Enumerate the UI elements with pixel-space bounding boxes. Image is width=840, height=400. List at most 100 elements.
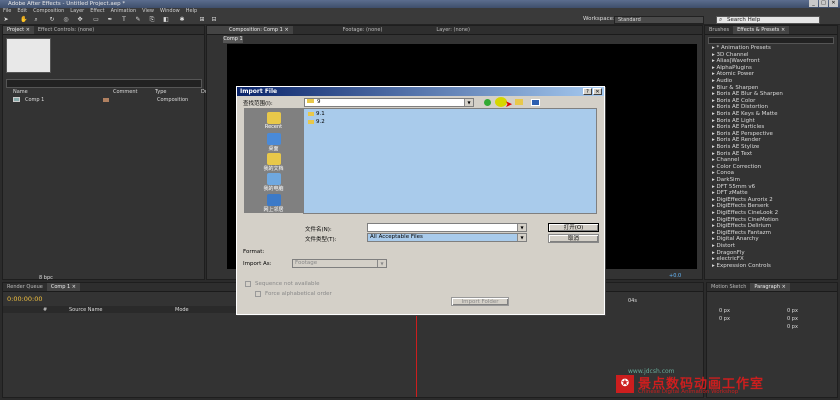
camera-tool-icon[interactable]: ◎ <box>62 16 70 24</box>
effects-list-item[interactable]: ▸ Boris AE Stylize <box>712 144 759 150</box>
tab-effects-presets[interactable]: Effects & Presets × <box>733 26 790 34</box>
view-menu-icon[interactable] <box>531 99 540 106</box>
space-after-value[interactable]: 0 px <box>787 324 798 330</box>
back-icon[interactable] <box>484 99 491 106</box>
tab-project[interactable]: Project × <box>3 26 34 34</box>
place-network[interactable]: 网上邻居 <box>244 194 303 213</box>
effects-list-item[interactable]: ▸ Alias|Wavefront <box>712 58 760 64</box>
menu-edit[interactable]: Edit <box>17 8 27 15</box>
open-button[interactable]: 打开(O) <box>548 223 599 232</box>
effects-list-item[interactable]: ▸ DigiEffects Aurorix 2 <box>712 197 773 203</box>
effects-list-item[interactable]: ▸ AlphaPlugins <box>712 65 752 71</box>
effects-list-item[interactable]: ▸ electricFX <box>712 256 744 262</box>
selection-tool-icon[interactable]: ➤ <box>2 16 10 24</box>
tab-motion-sketch[interactable]: Motion Sketch <box>707 283 750 291</box>
place-computer[interactable]: 我的电脑 <box>244 173 303 192</box>
effects-list-item[interactable]: ▸ DigiEffects CineMotion <box>712 217 779 223</box>
effects-list-item[interactable]: ▸ DragonFly <box>712 250 745 256</box>
effects-list-item[interactable]: ▸ Channel <box>712 157 739 163</box>
lookin-select[interactable]: 9 ▼ <box>304 98 474 107</box>
exposure-value[interactable]: +0.0 <box>669 273 681 279</box>
zoom-tool-icon[interactable]: ⌕ <box>32 16 40 24</box>
effects-list-item[interactable]: ▸ Audio <box>712 78 732 84</box>
tab-footage[interactable]: Footage: (none) <box>293 26 387 34</box>
space-before-value[interactable]: 0 px <box>787 316 798 322</box>
filename-input[interactable]: ▼ <box>367 223 527 232</box>
pan-behind-tool-icon[interactable]: ✥ <box>76 16 84 24</box>
pen-tool-icon[interactable]: ✒ <box>106 16 114 24</box>
label-color-swatch[interactable] <box>103 98 109 102</box>
hand-tool-icon[interactable]: ✋ <box>20 16 28 24</box>
brush-tool-icon[interactable]: ✎ <box>134 16 142 24</box>
file-item[interactable]: 9.1 <box>308 111 325 117</box>
puppet-tool-icon[interactable]: ✱ <box>178 16 186 24</box>
effects-list-item[interactable]: ▸ Boris AE Perspective <box>712 131 773 137</box>
workspace-select[interactable]: Standard <box>614 16 704 24</box>
effects-list-item[interactable]: ▸ Boris AE Particles <box>712 124 764 130</box>
col-type[interactable]: Type <box>155 89 166 95</box>
tab-comp1-timeline[interactable]: Comp 1 × <box>46 283 80 291</box>
effects-list-item[interactable]: ▸ Boris AE Blur & Sharpen <box>712 91 783 97</box>
effects-list-item[interactable]: ▸ Digital Anarchy <box>712 236 759 242</box>
col-name[interactable]: Name <box>13 89 28 95</box>
effects-list-item[interactable]: ▸ DigiEffects Berserk <box>712 203 769 209</box>
effects-list-item[interactable]: ▸ DarkSim <box>712 177 740 183</box>
new-folder-icon[interactable] <box>515 99 523 105</box>
sequence-checkbox[interactable] <box>245 281 251 287</box>
axis-local-icon[interactable]: ⊞ <box>198 16 206 24</box>
indent-left-value[interactable]: 0 px <box>719 308 730 314</box>
indent-first-value[interactable]: 0 px <box>719 316 730 322</box>
menu-layer[interactable]: Layer <box>70 8 84 15</box>
effects-list-item[interactable]: ▸ Boris AE Text <box>712 151 752 157</box>
file-item[interactable]: 9.2 <box>308 119 325 125</box>
effects-list-item[interactable]: ▸ Color Correction <box>712 164 761 170</box>
eraser-tool-icon[interactable]: ◧ <box>162 16 170 24</box>
minimize-button[interactable]: _ <box>809 0 818 7</box>
effects-list-item[interactable]: ▸ Boris AE Distortion <box>712 104 768 110</box>
effects-list-item[interactable]: ▸ * Animation Presets <box>712 45 771 51</box>
tab-effect-controls[interactable]: Effect Controls: (none) <box>34 26 98 34</box>
alpha-order-checkbox[interactable] <box>255 291 261 297</box>
bpc-label[interactable]: 8 bpc <box>39 275 53 281</box>
importas-select[interactable]: Footage ▼ <box>292 259 387 268</box>
effects-list-item[interactable]: ▸ Boris AE Light <box>712 118 755 124</box>
effects-list-item[interactable]: ▸ DigiEffects Fantazm <box>712 230 771 236</box>
tab-layer[interactable]: Layer: (none) <box>386 26 474 34</box>
place-documents[interactable]: 我的文档 <box>244 153 303 172</box>
place-desktop[interactable]: 桌面 <box>244 133 303 152</box>
effects-list-item[interactable]: ▸ Expression Controls <box>712 263 771 269</box>
effects-list-item[interactable]: ▸ Boris AE Keys & Matte <box>712 111 777 117</box>
cancel-button[interactable]: 取消 <box>548 234 599 243</box>
menu-effect[interactable]: Effect <box>90 8 104 15</box>
effects-list-item[interactable]: ▸ DFT zMatte <box>712 190 748 196</box>
axis-world-icon[interactable]: ⊟ <box>210 16 218 24</box>
project-search-input[interactable] <box>6 79 202 88</box>
effects-search-input[interactable] <box>708 37 834 44</box>
timecode-display[interactable]: 0:00:00:00 <box>7 295 43 303</box>
effects-list-item[interactable]: ▸ DigiEffects Delirium <box>712 223 771 229</box>
maximize-button[interactable]: □ <box>819 0 828 7</box>
text-tool-icon[interactable]: T <box>120 16 128 24</box>
effects-list-item[interactable]: ▸ Boris AE Color <box>712 98 755 104</box>
menu-help[interactable]: Help <box>186 8 197 15</box>
tab-composition[interactable]: Composition: Comp 1 × <box>207 26 293 34</box>
file-list[interactable]: 9.1 9.2 <box>303 108 597 214</box>
effects-list-item[interactable]: ▸ Boris AE Render <box>712 137 761 143</box>
menu-composition[interactable]: Composition <box>33 8 64 15</box>
place-recent[interactable]: Recent <box>244 112 303 130</box>
comp-tab-button[interactable]: Comp 1 <box>223 36 243 43</box>
menu-window[interactable]: Window <box>160 8 180 15</box>
indent-right-value[interactable]: 0 px <box>787 308 798 314</box>
mask-tool-icon[interactable]: ▭ <box>92 16 100 24</box>
effects-list-item[interactable]: ▸ Atomic Power <box>712 71 754 77</box>
project-item-row[interactable]: Comp 1 Composition <box>5 96 203 104</box>
tab-paragraph[interactable]: Paragraph × <box>750 283 790 291</box>
menu-file[interactable]: File <box>3 8 11 15</box>
clone-tool-icon[interactable]: ⎘ <box>148 16 156 24</box>
dialog-close-button[interactable]: ✕ <box>593 88 602 95</box>
filetype-select[interactable]: All Acceptable Files ▼ <box>367 233 527 242</box>
effects-list-item[interactable]: ▸ DigiEffects CineLook 2 <box>712 210 778 216</box>
effects-list-item[interactable]: ▸ DFT 55mm v6 <box>712 184 755 190</box>
menu-animation[interactable]: Animation <box>111 8 137 15</box>
effects-list-item[interactable]: ▸ Distort <box>712 243 735 249</box>
